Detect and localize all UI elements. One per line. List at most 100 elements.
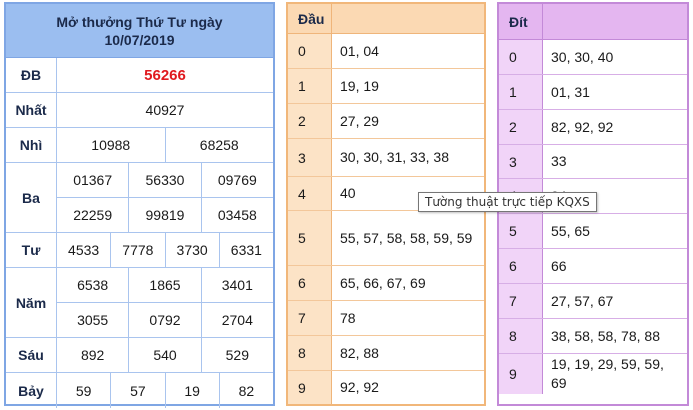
dit-numbers: 30, 30, 40 xyxy=(551,48,614,65)
prize-label: Nhì xyxy=(6,128,57,162)
dit-row: 9 19, 19, 29, 59, 59, 69 xyxy=(499,354,687,394)
prize-number: 40927 xyxy=(145,102,185,118)
prize-number: 892 xyxy=(80,347,105,363)
dit-numbers: 55, 65 xyxy=(551,222,590,239)
dau-numbers: 30, 30, 31, 33, 38 xyxy=(340,149,449,165)
prize-number: 57 xyxy=(110,373,164,408)
dit-row: 2 82, 92, 92 xyxy=(499,110,687,145)
prize-number: 10988 xyxy=(91,137,131,153)
results-header: Mở thưởng Thứ Tư ngày 10/07/2019 xyxy=(6,4,273,58)
dit-row: 3 33 xyxy=(499,145,687,179)
prize-row: Tư 4533 7778 3730 6331 xyxy=(6,233,273,268)
dau-numbers: 27, 29 xyxy=(340,112,379,129)
dit-digit: 0 xyxy=(499,40,543,74)
prize-number: 68258 xyxy=(164,128,274,162)
special-prize-number: 56266 xyxy=(144,66,186,84)
dau-digit: 5 xyxy=(288,211,332,265)
results-rows: ĐB 56266 Nhất 40927 Nhì 10988 68258 Ba 01367 5633… xyxy=(6,58,273,408)
dit-header: Đít xyxy=(499,4,687,40)
dau-row: 8 82, 88 xyxy=(288,336,484,371)
dau-digit: 4 xyxy=(288,177,332,210)
dit-numbers: 82, 92, 92 xyxy=(551,118,614,135)
prize-number: 3055 xyxy=(77,312,109,328)
dau-row: 1 19, 19 xyxy=(288,69,484,104)
dit-row: 8 38, 58, 58, 78, 88 xyxy=(499,319,687,354)
dau-header-label: Đầu xyxy=(288,4,332,33)
prize-row: Sáu 892 540 529 xyxy=(6,338,273,373)
dau-digit: 3 xyxy=(288,139,332,176)
dit-digit: 2 xyxy=(499,110,543,144)
dit-digit: 9 xyxy=(499,354,543,394)
dit-row: 5 55, 65 xyxy=(499,214,687,249)
prize-label: Sáu xyxy=(6,338,57,372)
dit-numbers: 01, 31 xyxy=(551,83,590,100)
prize-label: Bảy xyxy=(6,373,57,408)
prize-row: Năm 6538 1865 3401 3055 0792 2704 xyxy=(6,268,273,338)
prize-number: 0792 xyxy=(128,303,200,337)
prize-number: 6331 xyxy=(218,233,273,267)
dau-numbers: 82, 88 xyxy=(340,344,379,361)
prize-number: 529 xyxy=(200,338,273,372)
live-results-tooltip: Tường thuật trực tiếp KQXS xyxy=(418,192,597,212)
results-title: Mở thưởng Thứ Tư ngày xyxy=(56,13,223,30)
dit-digit: 1 xyxy=(499,75,543,109)
prize-row: Nhất 40927 xyxy=(6,93,273,128)
dau-numbers: 01, 04 xyxy=(340,42,379,59)
prize-number: 82 xyxy=(218,373,273,408)
prize-number: 4533 xyxy=(68,242,100,258)
prize-number: 01367 xyxy=(73,172,113,188)
dit-numbers: 66 xyxy=(551,257,567,274)
dau-rows: 0 01, 04 1 19, 19 2 27, 29 3 30, 30, 31, 33, 38… xyxy=(288,34,484,404)
dit-digit: 6 xyxy=(499,249,543,283)
prize-row: Bảy 59 57 19 82 xyxy=(6,373,273,408)
prize-number: 1865 xyxy=(128,268,200,302)
results-table: Mở thưởng Thứ Tư ngày 10/07/2019 ĐB 56266… xyxy=(4,2,275,408)
dit-row: 1 01, 31 xyxy=(499,75,687,110)
prize-number: 3730 xyxy=(164,233,219,267)
dit-digit: 5 xyxy=(499,214,543,248)
dau-numbers: 65, 66, 67, 69 xyxy=(340,274,426,291)
dau-row: 7 78 xyxy=(288,301,484,336)
prize-label: Năm xyxy=(6,268,57,337)
prize-number: 22259 xyxy=(73,207,113,223)
dit-header-label: Đít xyxy=(499,4,543,39)
prize-number: 99819 xyxy=(128,198,200,232)
dit-numbers: 38, 58, 58, 78, 88 xyxy=(551,327,660,344)
dau-row: 6 65, 66, 67, 69 xyxy=(288,266,484,301)
dau-header: Đầu xyxy=(288,4,484,34)
dit-digit: 8 xyxy=(499,319,543,353)
prize-number: 540 xyxy=(128,338,200,372)
dau-numbers: 92, 92 xyxy=(340,379,379,395)
prize-number: 56330 xyxy=(128,163,200,197)
prize-row: Nhì 10988 68258 xyxy=(6,128,273,163)
dau-numbers: 19, 19 xyxy=(340,77,379,94)
dau-numbers: 55, 57, 58, 58, 59, 59 xyxy=(340,229,473,246)
dau-digit: 6 xyxy=(288,266,332,300)
prize-number: 2704 xyxy=(200,303,273,337)
dau-digit: 8 xyxy=(288,336,332,370)
prize-label: Nhất xyxy=(6,93,57,127)
dit-numbers: 19, 19, 29, 59, 59, 69 xyxy=(551,356,664,391)
dit-row: 6 66 xyxy=(499,249,687,284)
prize-label: Ba xyxy=(6,163,57,232)
prize-row: Ba 01367 56330 09769 22259 99819 03458 xyxy=(6,163,273,233)
prize-row: ĐB 56266 xyxy=(6,58,273,93)
prize-number: 6538 xyxy=(77,277,109,293)
dau-row: 5 55, 57, 58, 58, 59, 59 xyxy=(288,211,484,266)
dau-row: 2 27, 29 xyxy=(288,104,484,139)
dit-numbers: 27, 57, 67 xyxy=(551,292,614,309)
dit-digit: 7 xyxy=(499,284,543,318)
dau-digit: 2 xyxy=(288,104,332,138)
prize-label: Tư xyxy=(6,233,57,267)
dau-digit: 9 xyxy=(288,371,332,404)
dit-rows: 030, 30, 40101, 31282, 92, 92333404555, … xyxy=(499,40,687,404)
prize-number: 09769 xyxy=(200,163,273,197)
dau-row: 3 30, 30, 31, 33, 38 xyxy=(288,139,484,177)
dau-row: 0 01, 04 xyxy=(288,34,484,69)
dit-numbers: 33 xyxy=(551,153,567,169)
prize-number: 03458 xyxy=(200,198,273,232)
prize-number: 3401 xyxy=(200,268,273,302)
results-date: 10/07/2019 xyxy=(104,31,175,48)
dau-digit: 0 xyxy=(288,34,332,68)
dau-digit: 7 xyxy=(288,301,332,335)
